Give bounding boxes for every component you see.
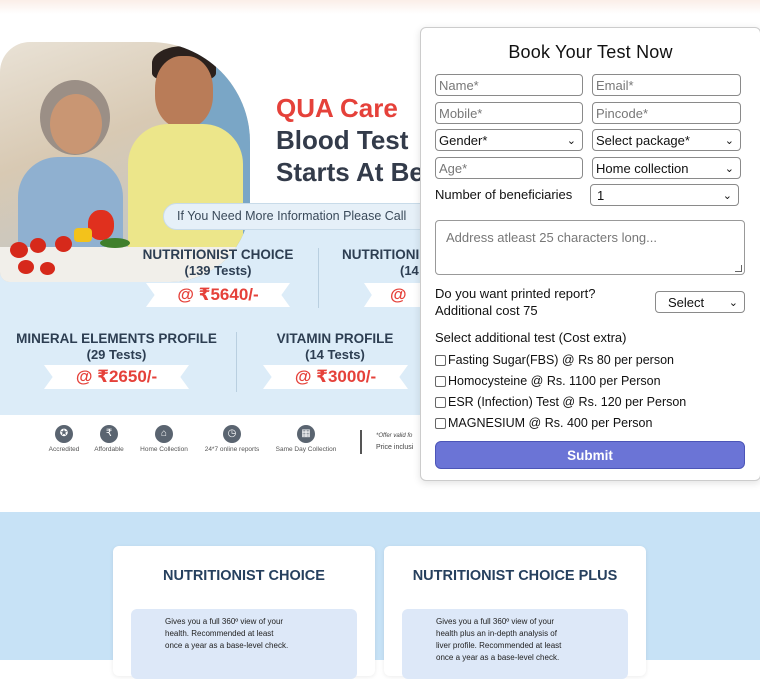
submit-button[interactable]: Submit	[435, 441, 745, 469]
feature-label: Affordable	[94, 446, 124, 453]
package-name: NUTRITIONI	[342, 247, 420, 262]
package-card-title: NUTRITIONIST CHOICE	[163, 568, 325, 584]
package-mineral-elements: MINERAL ELEMENTS PROFILE (29 Tests)	[14, 331, 219, 363]
chevron-down-icon: ⌄	[728, 297, 738, 309]
chevron-down-icon: ⌄	[724, 163, 734, 175]
package-price: @ ₹5640/-	[146, 283, 290, 307]
package-card-description: Gives you a full 360º view of your healt…	[131, 609, 357, 679]
package-name: MINERAL ELEMENTS PROFILE	[16, 331, 217, 346]
package-price: @ ₹3000/-	[263, 365, 408, 389]
chevron-down-icon: ⌄	[724, 135, 734, 147]
package-select-value: Select package*	[596, 133, 690, 148]
feature-same-day: ▦ Same Day Collection	[271, 425, 341, 453]
offer-line: *Offer valid fo	[376, 433, 413, 439]
additional-test-label: Homocysteine @ Rs. 1100 per Person	[448, 374, 661, 388]
package-count: (29 Tests)	[86, 347, 147, 362]
printed-report-select[interactable]: Select ⌄	[655, 291, 745, 313]
printed-report-select-value: Select	[668, 295, 705, 310]
feature-home-collection: ⌂ Home Collection	[129, 425, 199, 453]
feature-label: Same Day Collection	[275, 446, 337, 453]
divider	[236, 332, 237, 392]
package-count: (14 Tests)	[305, 347, 365, 362]
hand-money-icon: ₹	[100, 425, 118, 443]
desc-line: once a year as a base-level check.	[436, 653, 560, 662]
desc-line: liver profile. Recommended at least	[436, 641, 562, 650]
collection-select-value: Home collection	[596, 161, 689, 176]
additional-test-option[interactable]: Homocysteine @ Rs. 1100 per Person	[435, 374, 661, 388]
package-card-description: Gives you a full 360º view of your healt…	[402, 609, 628, 679]
checkbox[interactable]	[435, 417, 446, 429]
address-placeholder: Address atleast 25 characters long...	[446, 230, 658, 245]
divider	[318, 248, 319, 308]
package-select[interactable]: Select package* ⌄	[592, 129, 741, 151]
desc-line: Gives you a full 360º view of your	[436, 617, 555, 626]
printed-report-cost: Additional cost 75	[435, 303, 538, 318]
package-vitamin-profile: VITAMIN PROFILE (14 Tests)	[260, 331, 410, 363]
name-input[interactable]: Name*	[435, 74, 583, 96]
feature-strip: ✪ Accredited ₹ Affordable ⌂ Home Collect…	[0, 415, 420, 475]
chevron-down-icon: ⌄	[722, 190, 732, 202]
gender-select[interactable]: Gender* ⌄	[435, 129, 583, 151]
collection-select[interactable]: Home collection ⌄	[592, 157, 741, 179]
package-nutritionist-choice: NUTRITIONIST CHOICE (139 Tests)	[138, 247, 298, 279]
additional-test-option[interactable]: Fasting Sugar(FBS) @ Rs 80 per person	[435, 353, 674, 367]
gender-select-value: Gender*	[439, 133, 488, 148]
desc-line: health plus an in-depth analysis of	[436, 629, 557, 638]
clock-icon: ◷	[223, 425, 241, 443]
award-icon: ✪	[55, 425, 73, 443]
banner-headline: QUA Care Blood Test Starts At Be	[276, 92, 424, 188]
package-name: NUTRITIONIST CHOICE	[142, 247, 294, 262]
additional-test-label: Select additional test (Cost extra)	[435, 330, 627, 345]
resize-handle-icon[interactable]	[735, 265, 742, 272]
calendar-icon: ▦	[297, 425, 315, 443]
booking-form: Book Your Test Now Name* Email* Mobile* …	[420, 27, 760, 481]
package-name: VITAMIN PROFILE	[276, 331, 394, 346]
desc-line: health. Recommended at least	[165, 629, 274, 638]
checkbox[interactable]	[435, 354, 446, 366]
printed-report-label: Do you want printed report?	[435, 286, 596, 301]
feature-online-reports: ◷ 24*7 online reports	[197, 425, 267, 453]
printed-report-question: Do you want printed report? Additional c…	[435, 285, 595, 319]
mobile-input[interactable]: Mobile*	[435, 102, 583, 124]
package-nutritionist-choice-plus: NUTRITIONI (14	[342, 247, 422, 279]
additional-test-option[interactable]: ESR (Infection) Test @ Rs. 120 per Perso…	[435, 395, 686, 409]
age-input[interactable]: Age*	[435, 157, 583, 179]
banner-photo	[0, 42, 250, 282]
package-price: @ ₹2650/-	[44, 365, 189, 389]
checkbox[interactable]	[435, 396, 446, 408]
feature-label: 24*7 online reports	[204, 446, 260, 453]
beneficiaries-label: Number of beneficiaries	[435, 187, 573, 202]
package-count: (139 Tests)	[184, 263, 252, 278]
beneficiaries-select[interactable]: 1 ⌄	[590, 184, 739, 206]
beneficiaries-select-value: 1	[597, 188, 605, 203]
additional-test-label: MAGNESIUM @ Rs. 400 per Person	[448, 416, 653, 430]
offer-note: *Offer valid fo Price inclusi	[360, 430, 413, 454]
email-input[interactable]: Email*	[592, 74, 741, 96]
package-price: @ ₹	[364, 283, 420, 307]
package-count: (14	[400, 263, 419, 278]
checkbox[interactable]	[435, 375, 446, 387]
chevron-down-icon: ⌄	[566, 135, 576, 147]
package-card[interactable]: NUTRITIONIST CHOICE Gives you a full 360…	[113, 546, 375, 679]
address-textarea[interactable]: Address atleast 25 characters long...	[435, 220, 745, 275]
brand-name: QUA Care	[276, 93, 398, 123]
form-title: Book Your Test Now	[508, 42, 673, 62]
package-card[interactable]: NUTRITIONIST CHOICE PLUS Gives you a ful…	[384, 546, 646, 679]
additional-test-option[interactable]: MAGNESIUM @ Rs. 400 per Person	[435, 416, 652, 430]
feature-label: Home Collection	[140, 446, 188, 453]
desc-line: Gives you a full 360º view of your	[165, 617, 284, 626]
pincode-input[interactable]: Pincode*	[592, 102, 741, 124]
desc-line: once a year as a base-level check.	[165, 641, 289, 650]
additional-test-label: Fasting Sugar(FBS) @ Rs 80 per person	[448, 353, 674, 367]
top-strip	[0, 0, 760, 14]
home-icon: ⌂	[155, 425, 173, 443]
additional-test-label: ESR (Infection) Test @ Rs. 120 per Perso…	[448, 395, 687, 409]
offer-line: Price inclusi	[376, 444, 414, 451]
headline-line: Blood Test	[276, 125, 409, 155]
headline-line: Starts At Be	[276, 157, 424, 187]
package-card-title: NUTRITIONIST CHOICE PLUS	[412, 568, 618, 584]
